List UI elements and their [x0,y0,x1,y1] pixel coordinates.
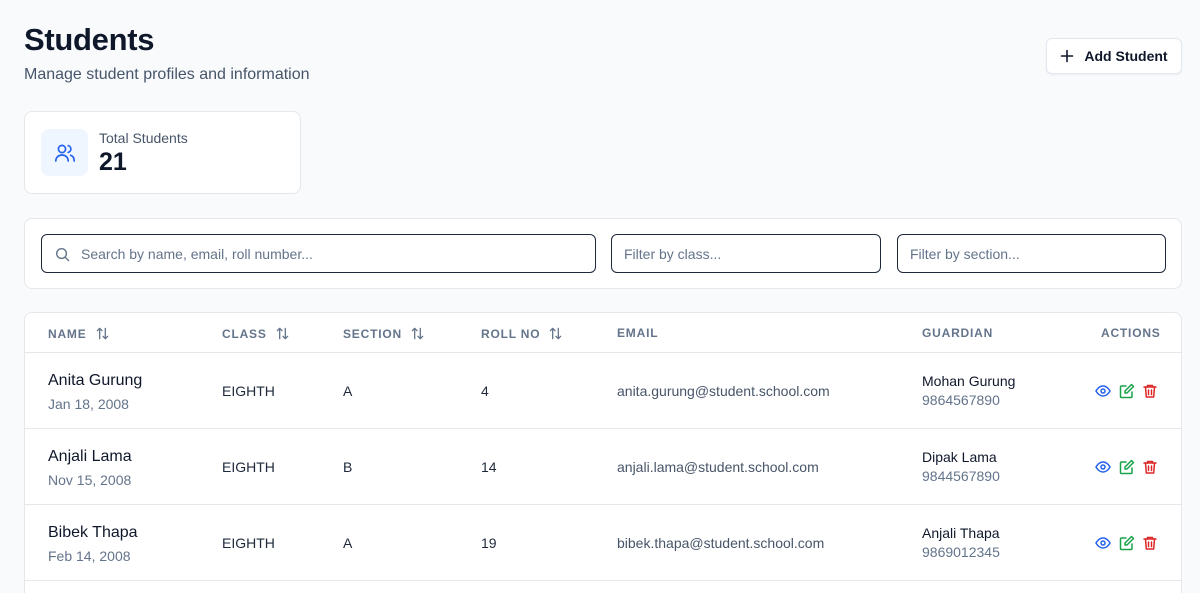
student-section: A [343,535,353,551]
student-section: B [343,459,353,475]
guardian-phone: 9869012345 [922,544,1000,560]
sort-arrows-icon [411,327,424,340]
student-email: bibek.thapa@student.school.com [617,535,825,551]
filter-bar [24,218,1182,289]
student-roll: 14 [481,459,497,475]
student-class: EIGHTH [222,459,275,475]
student-class: EIGHTH [222,535,275,551]
column-header-label: CLASS [222,326,267,341]
section-filter-field [897,234,1166,273]
edit-icon[interactable] [1119,535,1135,551]
student-dob: Feb 14, 2008 [48,548,131,564]
trash-icon[interactable] [1142,383,1158,399]
column-header-name[interactable]: NAME [48,326,110,341]
stat-icon-box [41,129,88,176]
student-section: A [343,383,353,399]
page-title: Students [24,22,155,57]
table-header: NAME CLASS SECTION ROLL NO EMAIL GUARDIA… [25,313,1181,353]
sort-arrows-icon [550,327,562,340]
class-filter-field [611,234,881,273]
trash-icon[interactable] [1142,535,1158,551]
table-row[interactable]: Anita Gurung Jan 18, 2008 EIGHTH A 4 ani… [25,353,1181,429]
student-dob: Nov 15, 2008 [48,472,132,488]
guardian-phone: 9844567890 [922,468,1000,484]
student-roll: 4 [481,383,489,399]
search-icon [55,247,70,262]
column-header-label: NAME [48,326,87,341]
column-header-section[interactable]: SECTION [343,326,425,341]
guardian-name: Mohan Gurung [922,373,1016,389]
section-filter-input[interactable] [898,235,1165,272]
student-class: EIGHTH [222,383,275,399]
column-header-email: EMAIL [617,326,658,340]
student-name: Anita Gurung [48,372,143,389]
column-header-label: ROLL NO [481,326,541,341]
trash-icon[interactable] [1142,459,1158,475]
column-header-guardian: GUARDIAN [922,326,993,340]
students-page: Students Manage student profiles and inf… [0,0,1200,593]
column-header-roll[interactable]: ROLL NO [481,326,563,341]
column-header-label: ACTIONS [1101,326,1161,340]
view-eye-icon[interactable] [1095,459,1111,475]
student-dob: Jan 18, 2008 [48,396,129,412]
student-roll: 19 [481,535,497,551]
guardian-phone: 9864567890 [922,392,1000,408]
search-field [41,234,596,273]
edit-icon[interactable] [1119,383,1135,399]
column-header-label: GUARDIAN [922,326,994,340]
search-input[interactable] [42,235,595,272]
student-name: Bibek Thapa [48,524,138,541]
sort-arrows-icon [96,327,108,340]
users-icon [54,144,75,162]
student-email: anita.gurung@student.school.com [617,383,830,399]
column-header-label: EMAIL [617,326,659,340]
total-students-card: Total Students 21 [24,111,301,194]
page-subtitle: Manage student profiles and information [24,66,310,83]
add-student-button[interactable]: Add Student [1046,38,1182,74]
add-student-label: Add Student [1084,48,1168,64]
edit-icon[interactable] [1119,459,1135,475]
student-name: Anjali Lama [48,448,132,465]
total-students-value: 21 [99,148,127,176]
plus-icon [1061,49,1074,63]
guardian-name: Dipak Lama [922,449,997,465]
total-students-label: Total Students [99,130,188,146]
column-header-actions: ACTIONS [1101,326,1161,340]
column-header-class[interactable]: CLASS [222,326,290,341]
student-email: anjali.lama@student.school.com [617,459,819,475]
sort-arrows-icon [276,327,288,340]
table-row[interactable]: Anjali Lama Nov 15, 2008 EIGHTH B 14 anj… [25,429,1181,505]
students-table: NAME CLASS SECTION ROLL NO EMAIL GUARDIA… [24,312,1182,593]
view-eye-icon[interactable] [1095,535,1111,551]
guardian-name: Anjali Thapa [922,525,1000,541]
column-header-label: SECTION [343,326,402,341]
view-eye-icon[interactable] [1095,383,1111,399]
class-filter-input[interactable] [612,235,880,272]
table-row[interactable]: Bibek Thapa Feb 14, 2008 EIGHTH A 19 bib… [25,505,1181,581]
